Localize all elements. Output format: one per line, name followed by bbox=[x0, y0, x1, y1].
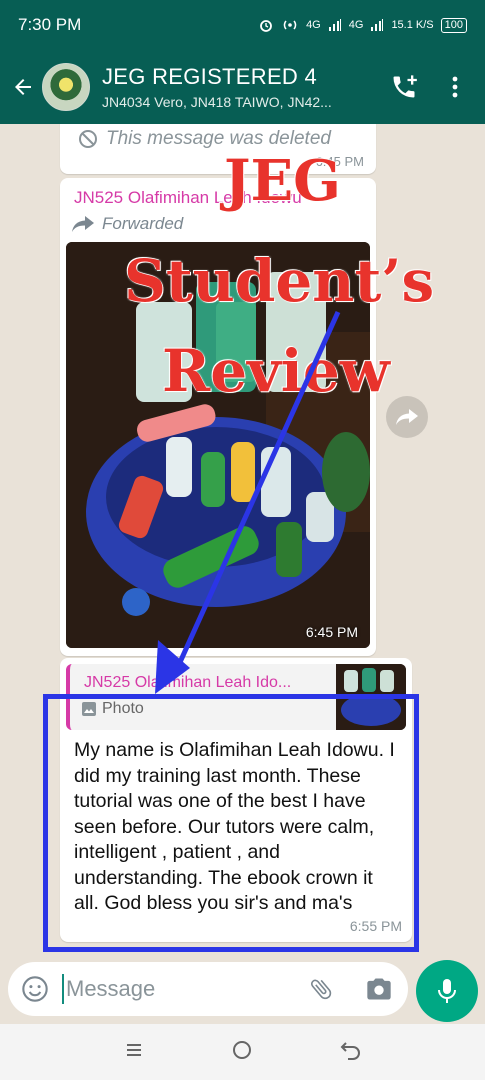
emoji-icon[interactable] bbox=[8, 975, 62, 1003]
mic-button[interactable] bbox=[416, 960, 478, 1022]
mic-icon bbox=[438, 979, 456, 1003]
message-input-bar: Message bbox=[8, 962, 408, 1016]
camera-icon[interactable] bbox=[350, 976, 408, 1002]
nav-back-icon[interactable] bbox=[340, 1040, 362, 1065]
message-input[interactable]: Message bbox=[62, 974, 292, 1004]
recents-icon[interactable] bbox=[124, 1040, 144, 1065]
annotation-arrow bbox=[155, 310, 341, 694]
home-icon[interactable] bbox=[231, 1039, 253, 1066]
attach-icon[interactable] bbox=[292, 976, 350, 1002]
system-nav-bar bbox=[0, 1024, 485, 1080]
